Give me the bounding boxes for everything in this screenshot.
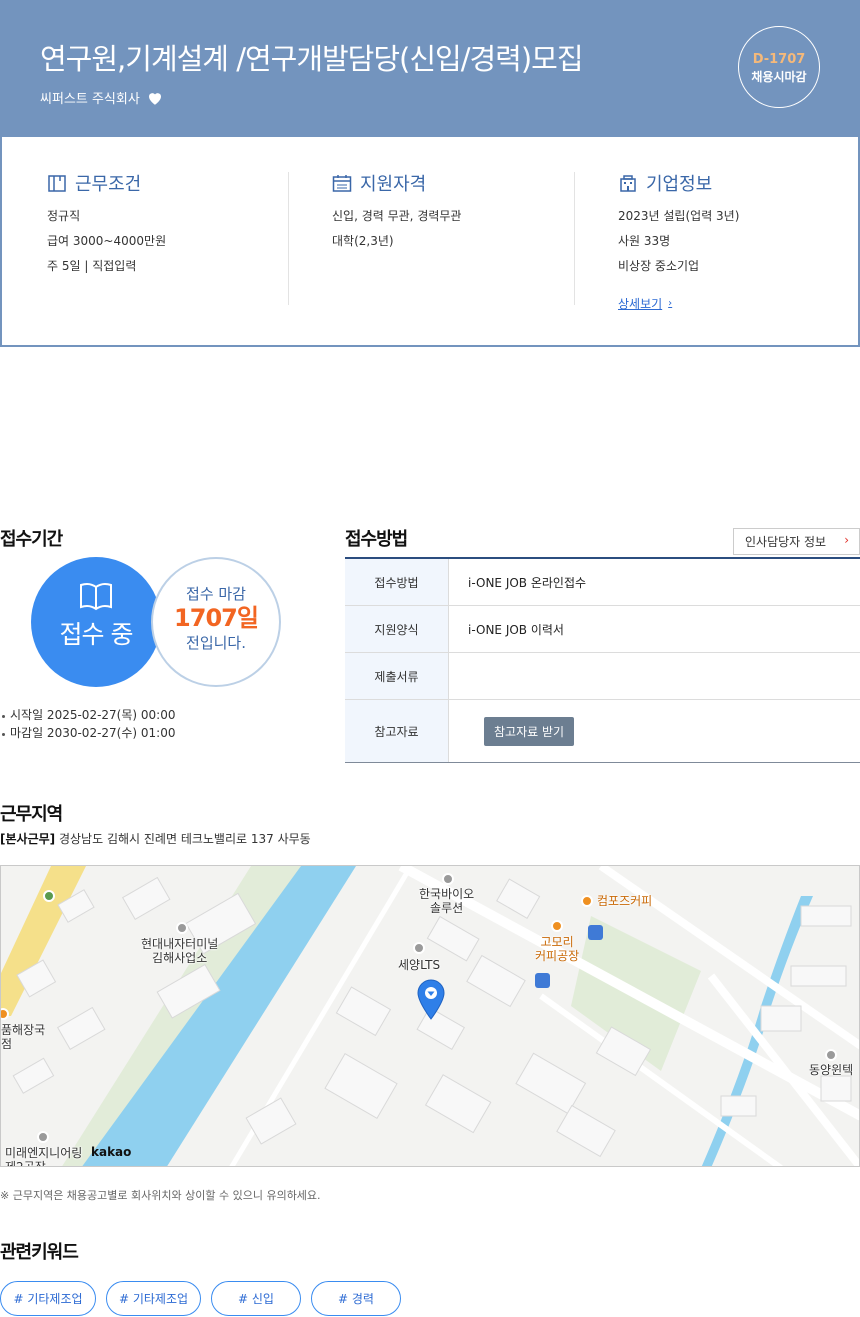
map-label-hanguk: 한국바이오 솔루션 — [419, 887, 474, 915]
chevron-right-icon: › — [844, 533, 849, 547]
status-circle: 접수 중 — [31, 557, 161, 687]
row-label: 제출서류 — [345, 653, 449, 699]
keywords-title: 관련키워드 — [0, 1242, 79, 1263]
poi-marker — [825, 1049, 837, 1061]
table-row: 접수방법 i-ONE JOB 온라인접수 — [345, 559, 860, 606]
door-icon — [48, 175, 66, 192]
map-label-gomori: 고모리 커피공장 — [535, 935, 579, 963]
deadline-days: 1707일 — [174, 604, 259, 632]
map-label-compose: 컴포즈커피 — [597, 894, 653, 908]
book-icon — [80, 582, 112, 611]
row-value — [449, 653, 860, 699]
location-map[interactable]: 한국바이오 솔루션 컴포즈커피 고모리 커피공장 현대내자터미널 김해사업소 세… — [0, 865, 860, 1167]
map-label-dongyang: 동양윈텍 — [809, 1063, 854, 1077]
company-name-row: 씨퍼스트 주식회사 — [40, 88, 164, 107]
map-label-text: 현대내자터미널 김해사업소 — [141, 937, 219, 965]
row-label: 지원양식 — [345, 606, 449, 652]
company-line: 사원 33명 — [618, 234, 671, 248]
row-value: i-ONE JOB 이력서 — [468, 622, 564, 637]
qualifications-title: 지원자격 — [360, 174, 427, 195]
bus-stop-icon — [535, 973, 550, 988]
location-pin-icon — [417, 979, 445, 1020]
divider — [288, 172, 289, 305]
poi-marker — [176, 922, 188, 934]
location-title: 근무지역 — [0, 804, 63, 825]
period-title: 접수기간 — [0, 529, 63, 550]
calendar-icon — [332, 175, 352, 192]
dday-badge: D-1707 채용시마감 — [738, 26, 820, 108]
company-info-title: 기업정보 — [646, 174, 713, 195]
map-label-text: 한국바이오 솔루션 — [419, 887, 475, 915]
keyword-tag[interactable]: # 기타제조업 — [0, 1281, 96, 1316]
keyword-tag[interactable]: # 경력 — [311, 1281, 401, 1316]
work-conditions: 근무조건 정규직 급여 3000~4000만원 주 5일 | 직접입력 — [47, 171, 287, 273]
road-marker — [43, 890, 55, 902]
method-table: 접수방법 i-ONE JOB 온라인접수 지원양식 i-ONE JOB 이력서 … — [345, 557, 860, 763]
summary-box: 근무조건 정규직 급여 3000~4000만원 주 5일 | 직접입력 지원자격… — [0, 137, 860, 347]
poi-marker — [413, 942, 425, 954]
start-date: 시작일 2025-02-27(목) 00:00 — [1, 708, 176, 722]
table-row: 제출서류 — [345, 653, 860, 700]
job-title: 연구원,기계설계 /연구개발담당(신입/경력)모집 — [40, 42, 584, 76]
work-conditions-title: 근무조건 — [75, 174, 142, 195]
location-notice: ※ 근무지역은 채용공고별로 회사위치와 상이할 수 있으니 유의하세요. — [0, 1189, 321, 1202]
work-line: 급여 3000~4000만원 — [47, 234, 167, 248]
chevron-right-icon: › — [668, 298, 673, 309]
divider — [574, 172, 575, 305]
qual-line: 대학(2,3년) — [332, 234, 394, 248]
row-value: 참고자료 받기 — [449, 700, 860, 762]
cafe-marker — [581, 895, 593, 907]
company-line: 비상장 중소기업 — [618, 259, 700, 273]
heart-icon[interactable] — [146, 89, 164, 107]
deadline-prefix: 접수 마감 — [186, 585, 246, 603]
work-line: 정규직 — [47, 209, 81, 223]
company-info: 기업정보 2023년 설립(업력 3년) 사원 33명 비상장 중소기업 상세보… — [618, 171, 858, 312]
company-name[interactable]: 씨퍼스트 주식회사 — [40, 88, 140, 107]
map-label-seyang: 세양LTS — [398, 958, 441, 972]
qual-line: 신입, 경력 무관, 경력무관 — [332, 209, 462, 223]
building-icon — [620, 175, 636, 192]
company-detail-link[interactable]: 상세보기 › — [618, 295, 672, 312]
map-label-text: 품해장국 점 — [1, 1023, 46, 1051]
company-line: 2023년 설립(업력 3년) — [618, 209, 740, 223]
keyword-tag[interactable]: # 기타제조업 — [106, 1281, 201, 1316]
keyword-tag[interactable]: # 신입 — [211, 1281, 301, 1316]
map-label-text: 고모리 커피공장 — [535, 935, 580, 963]
reference-download-button[interactable]: 참고자료 받기 — [484, 716, 575, 746]
cafe-marker — [551, 920, 563, 932]
map-label-mirae: 미래엔지니어링 제2공장 — [5, 1146, 83, 1167]
status-text: 접수 중 — [59, 620, 134, 649]
deadline-suffix: 전입니다. — [186, 634, 246, 652]
qualifications: 지원자격 신입, 경력 무관, 경력무관 대학(2,3년) — [332, 171, 572, 248]
company-detail-label: 상세보기 — [618, 297, 663, 311]
hr-contact-button[interactable]: 인사담당자 정보 › — [733, 528, 860, 555]
kakao-logo: kakao — [91, 1145, 132, 1159]
table-row: 지원양식 i-ONE JOB 이력서 — [345, 606, 860, 653]
map-label-text: 미래엔지니어링 제2공장 — [5, 1146, 83, 1167]
dday-note: 채용시마감 — [751, 70, 807, 84]
hr-contact-label: 인사담당자 정보 — [745, 535, 827, 549]
poi-marker — [37, 1131, 49, 1143]
dday-count: D-1707 — [752, 52, 806, 67]
deadline-circle: 접수 마감 1707일 전입니다. — [151, 557, 281, 687]
map-label-food: 품해장국 점 — [1, 1023, 45, 1051]
row-value: i-ONE JOB 온라인접수 — [468, 575, 587, 590]
bus-stop-icon — [588, 925, 603, 940]
table-row: 참고자료 참고자료 받기 — [345, 700, 860, 762]
work-line: 주 5일 | 직접입력 — [47, 259, 137, 273]
method-title: 접수방법 — [345, 529, 408, 550]
end-date: 마감일 2030-02-27(수) 01:00 — [1, 726, 176, 740]
job-header: 연구원,기계설계 /연구개발담당(신입/경력)모집 씨퍼스트 주식회사 D-17… — [0, 0, 860, 137]
date-list: 시작일 2025-02-27(목) 00:00 마감일 2030-02-27(수… — [1, 706, 176, 742]
address-line: [본사근무] 경상남도 김해시 진례면 테크노밸리로 137 사무동 — [0, 830, 311, 847]
address-tag: [본사근무] — [0, 832, 56, 846]
row-label: 참고자료 — [345, 700, 449, 762]
address-text: 경상남도 김해시 진례면 테크노밸리로 137 사무동 — [58, 832, 311, 846]
map-label-hyundai: 현대내자터미널 김해사업소 — [141, 937, 218, 965]
row-label: 접수방법 — [345, 559, 449, 605]
poi-marker — [442, 873, 454, 885]
